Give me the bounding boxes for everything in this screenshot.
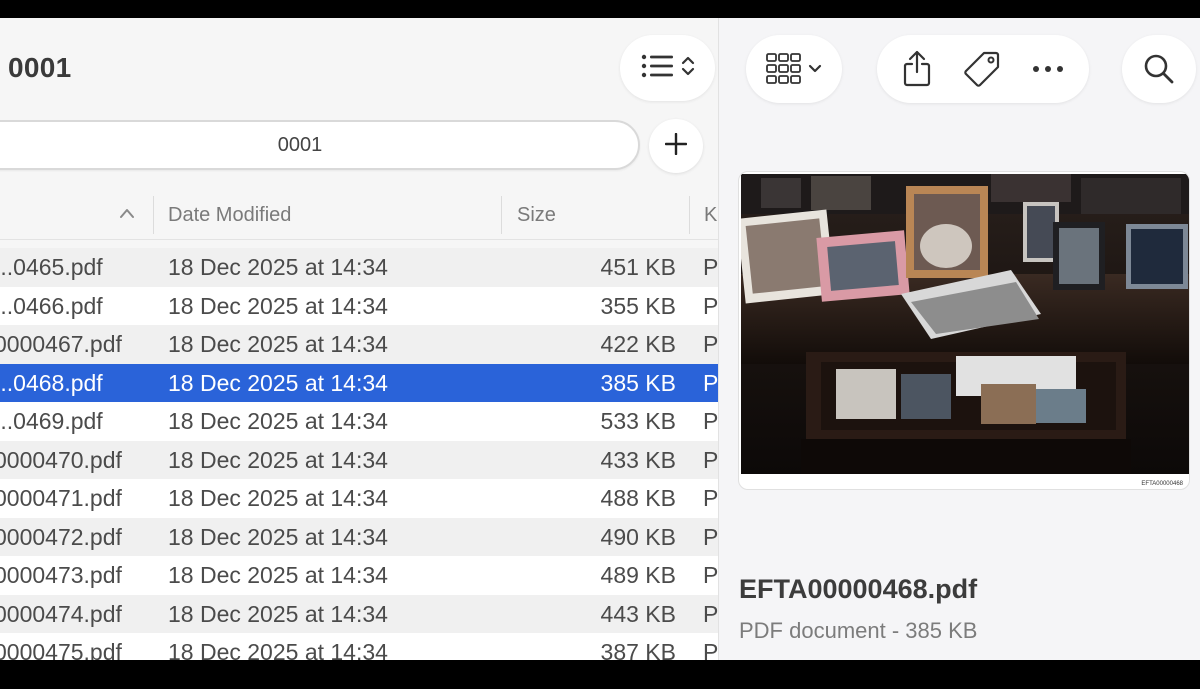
- date-modified: 18 Dec 2025 at 14:34: [168, 408, 388, 434]
- document-preview[interactable]: EFTA00000468: [738, 171, 1190, 490]
- preview-file-name: EFTA00000468.pdf: [739, 574, 978, 604]
- share-icon[interactable]: [902, 50, 932, 88]
- file-kind: P: [703, 369, 718, 396]
- more-icon[interactable]: [1032, 65, 1064, 73]
- search-button[interactable]: [1122, 35, 1196, 103]
- preview-file-info: PDF document - 385 KB: [739, 618, 978, 643]
- chevron-down-icon: [808, 64, 822, 74]
- add-button[interactable]: [649, 119, 703, 173]
- file-browser-pane: 0001 0001 Date Modified Size K ...0465.p…: [0, 18, 718, 660]
- column-separator: [689, 196, 690, 234]
- path-field[interactable]: 0001: [0, 120, 640, 170]
- date-modified: 18 Dec 2025 at 14:34: [168, 446, 388, 473]
- table-row-selected[interactable]: ...0468.pdf 18 Dec 2025 at 14:34 385 KB …: [0, 363, 718, 402]
- finder-window: 0001 0001 Date Modified Size K ...0465.p…: [0, 18, 1200, 660]
- preview-photo: [741, 174, 1189, 474]
- file-name: 0000474.pdf: [0, 600, 122, 627]
- file-name: ...0466.pdf: [0, 292, 103, 319]
- date-modified: 18 Dec 2025 at 14:34: [168, 562, 388, 588]
- file-size: 422 KB: [600, 331, 676, 357]
- file-size: 451 KB: [600, 254, 676, 280]
- date-modified: 18 Dec 2025 at 14:34: [168, 600, 388, 627]
- date-modified: 18 Dec 2025 at 14:34: [168, 369, 388, 396]
- column-separator: [501, 196, 502, 234]
- add-icon: [664, 132, 688, 160]
- date-modified-column-header[interactable]: Date Modified: [168, 204, 291, 227]
- file-kind: P: [703, 562, 718, 588]
- file-size: 533 KB: [600, 408, 676, 434]
- file-name: 0000473.pdf: [0, 562, 122, 588]
- list-view-button[interactable]: [620, 35, 715, 101]
- size-column-header[interactable]: Size: [517, 204, 556, 227]
- preview-image-caption: EFTA00000468: [1141, 481, 1183, 487]
- table-row[interactable]: 0000473.pdf 18 Dec 2025 at 14:34 489 KB …: [0, 556, 718, 595]
- file-name: 0000467.pdf: [0, 331, 122, 357]
- file-size: 489 KB: [600, 562, 676, 588]
- file-kind: P: [703, 523, 718, 550]
- table-row[interactable]: 0000472.pdf 18 Dec 2025 at 14:34 490 KB …: [0, 517, 718, 556]
- preview-pane: EFTA00000468 EFTA00000468.pdf PDF docume…: [719, 18, 1200, 660]
- list-view-icon: [641, 53, 675, 84]
- column-separator: [153, 196, 154, 234]
- action-toolbar: [877, 35, 1089, 103]
- file-kind: P: [703, 446, 718, 473]
- file-kind: P: [703, 331, 718, 357]
- date-modified: 18 Dec 2025 at 14:34: [168, 292, 388, 319]
- window-title: 0001: [8, 52, 72, 83]
- sort-ascending-icon[interactable]: [119, 206, 135, 224]
- file-list: ...0465.pdf 18 Dec 2025 at 14:34 451 KB …: [0, 248, 718, 660]
- file-size: 385 KB: [600, 369, 676, 396]
- column-header: Date Modified Size K: [0, 194, 718, 240]
- chevron-updown-icon: [681, 54, 695, 83]
- table-row[interactable]: ...0465.pdf 18 Dec 2025 at 14:34 451 KB …: [0, 248, 718, 287]
- file-size: 355 KB: [600, 292, 676, 319]
- date-modified: 18 Dec 2025 at 14:34: [168, 523, 388, 550]
- file-name: 0000471.pdf: [0, 485, 122, 511]
- table-row[interactable]: 0000474.pdf 18 Dec 2025 at 14:34 443 KB …: [0, 594, 718, 633]
- file-name: 0000470.pdf: [0, 446, 122, 473]
- file-size: 488 KB: [600, 485, 676, 511]
- date-modified: 18 Dec 2025 at 14:34: [168, 254, 388, 280]
- file-size: 387 KB: [600, 639, 676, 660]
- file-size: 490 KB: [600, 523, 676, 550]
- file-size: 443 KB: [600, 600, 676, 627]
- date-modified: 18 Dec 2025 at 14:34: [168, 485, 388, 511]
- file-name: ...0468.pdf: [0, 369, 103, 396]
- file-kind: P: [703, 600, 718, 627]
- table-row[interactable]: ...0466.pdf 18 Dec 2025 at 14:34 355 KB …: [0, 286, 718, 325]
- date-modified: 18 Dec 2025 at 14:34: [168, 639, 388, 660]
- file-name: ...0469.pdf: [0, 408, 103, 434]
- table-row[interactable]: 0000475.pdf 18 Dec 2025 at 14:34 387 KB …: [0, 633, 718, 660]
- file-name: 0000472.pdf: [0, 523, 122, 550]
- date-modified: 18 Dec 2025 at 14:34: [168, 331, 388, 357]
- file-kind: P: [703, 639, 718, 660]
- table-row[interactable]: ...0469.pdf 18 Dec 2025 at 14:34 533 KB …: [0, 402, 718, 441]
- file-kind: P: [703, 485, 718, 511]
- file-kind: P: [703, 408, 718, 434]
- gallery-view-icon: [766, 53, 802, 85]
- file-size: 433 KB: [600, 446, 676, 473]
- file-kind: P: [703, 254, 718, 280]
- file-kind: P: [703, 292, 718, 319]
- gallery-view-button[interactable]: [746, 35, 842, 103]
- table-row[interactable]: 0000470.pdf 18 Dec 2025 at 14:34 433 KB …: [0, 440, 718, 479]
- file-name: ...0465.pdf: [0, 254, 103, 280]
- kind-column-header[interactable]: K: [704, 204, 717, 227]
- table-row[interactable]: 0000471.pdf 18 Dec 2025 at 14:34 488 KB …: [0, 479, 718, 518]
- file-name: 0000475.pdf: [0, 639, 122, 660]
- tag-icon[interactable]: [963, 50, 1001, 88]
- table-row[interactable]: 0000467.pdf 18 Dec 2025 at 14:34 422 KB …: [0, 325, 718, 364]
- search-icon: [1143, 53, 1175, 85]
